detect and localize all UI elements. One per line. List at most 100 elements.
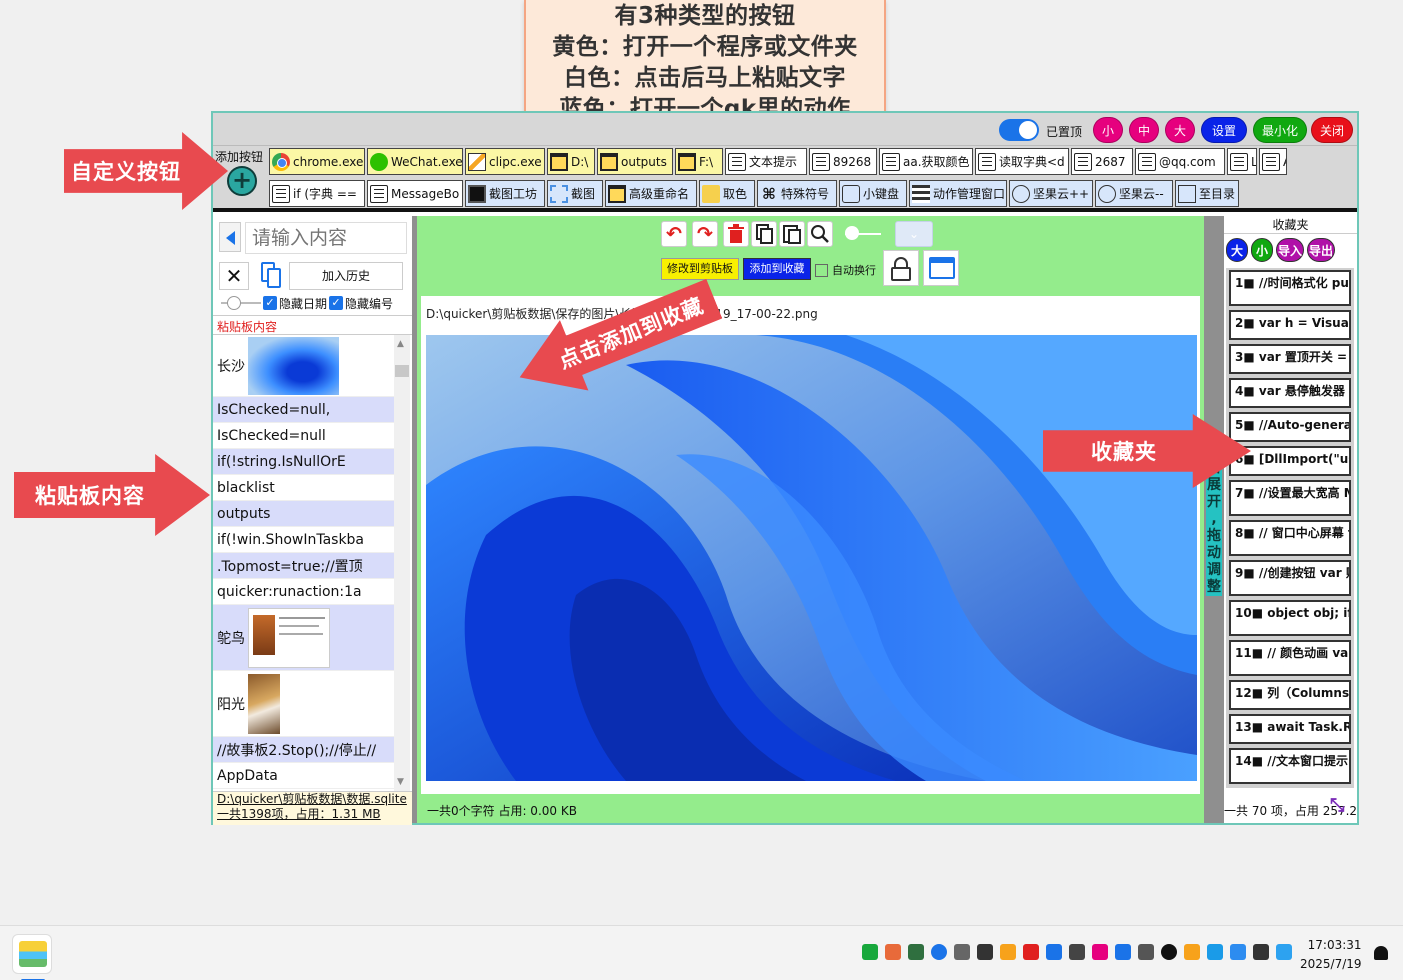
clipboard-item[interactable]: //故事板2.Stop();//停止// [213, 737, 394, 763]
custom-button[interactable]: @qq.com [1135, 148, 1225, 175]
app-tray-icon[interactable] [885, 944, 901, 960]
custom-button[interactable]: 坚果云++ [1009, 180, 1093, 207]
clipboard-item[interactable]: blacklist [213, 475, 394, 501]
custom-button[interactable]: D:\ [547, 148, 595, 175]
size-large-button[interactable]: 大 [1165, 117, 1195, 143]
resize-icon[interactable]: ⤡ [1330, 797, 1350, 817]
fav-small-button[interactable]: 小 [1251, 238, 1273, 262]
favorite-item[interactable]: 14■ //文本窗口提示 await Task [1229, 748, 1351, 784]
favorite-item[interactable]: 8■ // 窗口中心屏幕 this.Wind [1229, 520, 1351, 556]
custom-button[interactable]: clipc.exe [465, 148, 545, 175]
microphone-icon[interactable] [931, 944, 947, 960]
clipboard-item[interactable]: .Topmost=true;//置顶 [213, 553, 394, 579]
ime-icon[interactable] [1046, 944, 1062, 960]
delete-icon[interactable] [723, 221, 749, 247]
clipboard-item[interactable]: 阳光 [213, 671, 394, 737]
auto-wrap-checkbox[interactable] [815, 263, 828, 277]
custom-button[interactable]: 取色 [699, 180, 755, 207]
pin-toggle[interactable] [999, 119, 1039, 141]
app-tray-icon[interactable] [1023, 944, 1039, 960]
clipboard-item[interactable]: 长沙 [213, 335, 394, 397]
favorite-item[interactable]: 4■ var 悬停触发器 : [1229, 378, 1351, 408]
size-small-button[interactable]: 小 [1093, 117, 1123, 143]
minimize-button[interactable]: 最小化 [1253, 117, 1307, 143]
scroll-up-icon[interactable]: ▲ [397, 339, 404, 349]
custom-button[interactable]: outputs [597, 148, 673, 175]
clipboard-item[interactable]: IsChecked=null, [213, 397, 394, 423]
custom-button[interactable]: 动作管理窗口 [909, 180, 1007, 207]
custom-button[interactable]: 高级重命名 [605, 180, 697, 207]
nvidia-icon[interactable] [908, 944, 924, 960]
app-tray-icon[interactable] [1253, 944, 1269, 960]
undo-icon[interactable]: ↶ [661, 221, 687, 247]
custom-button[interactable]: 2687 [1071, 148, 1133, 175]
notification-icon[interactable] [1374, 946, 1388, 960]
favorite-item[interactable]: 12■ 列（Columns) [1229, 680, 1351, 710]
add-favorite-button[interactable]: 添加到收藏 [743, 258, 811, 280]
import-button[interactable]: 导入 [1276, 238, 1304, 262]
clock[interactable]: 17:03:31 2025/7/19 [1300, 936, 1362, 974]
favorite-item[interactable]: 7■ //设置最大宽高 MaxWidth [1229, 480, 1351, 516]
app-tray-icon[interactable] [1115, 944, 1131, 960]
search-input[interactable] [245, 222, 407, 254]
app-tray-icon[interactable] [1138, 944, 1154, 960]
custom-button[interactable]: 截图 [547, 180, 603, 207]
size-medium-button[interactable]: 中 [1129, 117, 1159, 143]
clipboard-item[interactable]: if(!win.ShowInTaskba [213, 527, 394, 553]
custom-button[interactable]: 小键盘 [839, 180, 907, 207]
favorite-item[interactable]: 10■ object obj; if (cam [1229, 600, 1351, 636]
custom-button[interactable]: 坚果云-- [1095, 180, 1173, 207]
custom-button[interactable]: chrome.exe [269, 148, 365, 175]
quicker-app-icon[interactable] [12, 934, 52, 980]
app-tray-icon[interactable] [1276, 944, 1292, 960]
custom-button[interactable]: WeChat.exe [367, 148, 463, 175]
custom-button[interactable]: ⌘ 特殊符号 [757, 180, 837, 207]
modify-clipboard-button[interactable]: 修改到剪贴板 [661, 258, 739, 280]
custom-button[interactable]: 文本提示 [725, 148, 807, 175]
search-icon[interactable] [807, 221, 833, 247]
app-tray-icon[interactable] [1207, 944, 1223, 960]
copy-icon[interactable] [751, 221, 777, 247]
clipboard-item[interactable]: AppData [213, 763, 394, 789]
add-button-area[interactable]: 添加按钮 + [215, 148, 267, 208]
volume-icon[interactable] [954, 944, 970, 960]
add-history-button[interactable]: 加入历史 [289, 262, 403, 290]
app-tray-icon[interactable] [1161, 944, 1177, 960]
custom-button[interactable]: 至目录 [1175, 180, 1239, 207]
paste-icon[interactable] [779, 221, 805, 247]
clipboard-item[interactable]: 鸵鸟 [213, 605, 394, 671]
app-tray-icon[interactable] [1069, 944, 1085, 960]
custom-button[interactable]: 89268 [809, 148, 877, 175]
custom-button[interactable]: L [1227, 148, 1257, 175]
custom-button[interactable]: if (字典 == [269, 180, 365, 207]
network-icon[interactable] [977, 944, 993, 960]
app-tray-icon[interactable] [1000, 944, 1016, 960]
fav-large-button[interactable]: 大 [1226, 238, 1248, 262]
hide-date-checkbox[interactable]: ✓ [263, 296, 277, 310]
clipboard-item[interactable]: outputs [213, 501, 394, 527]
db-path-link[interactable]: D:\quicker\剪贴板数据\数据.sqlite [217, 792, 412, 807]
clipboard-item[interactable]: IsChecked=null [213, 423, 394, 449]
app-tray-icon[interactable] [1184, 944, 1200, 960]
redo-icon[interactable]: ↷ [692, 221, 718, 247]
app-tray-icon[interactable] [1092, 944, 1108, 960]
app-tray-icon[interactable] [1230, 944, 1246, 960]
custom-button[interactable]: F:\ [675, 148, 723, 175]
bookmark-icon[interactable] [862, 944, 878, 960]
unlock-icon[interactable] [883, 250, 919, 286]
favorite-item[interactable]: 1■ //时间格式化 public stri [1229, 270, 1351, 306]
zoom-slider[interactable] [845, 226, 881, 240]
paste-icon[interactable] [257, 260, 287, 290]
scroll-thumb[interactable] [395, 365, 409, 377]
collapse-left-icon[interactable] [219, 222, 241, 252]
auto-wrap-option[interactable]: 自动换行 [815, 262, 876, 278]
favorite-item[interactable]: 3■ var 置顶开关 = ( [1229, 344, 1351, 374]
custom-button[interactable]: A [1259, 148, 1287, 175]
custom-button[interactable]: aa.获取颜色 [879, 148, 973, 175]
hide-number-checkbox[interactable]: ✓ [329, 296, 344, 310]
plus-icon[interactable]: + [227, 166, 257, 196]
chevron-down-icon[interactable]: ⌄ [895, 221, 933, 247]
opacity-slider[interactable] [221, 296, 261, 310]
clipboard-item[interactable]: quicker:runaction:1a [213, 579, 394, 605]
scroll-down-icon[interactable]: ▼ [397, 777, 404, 787]
